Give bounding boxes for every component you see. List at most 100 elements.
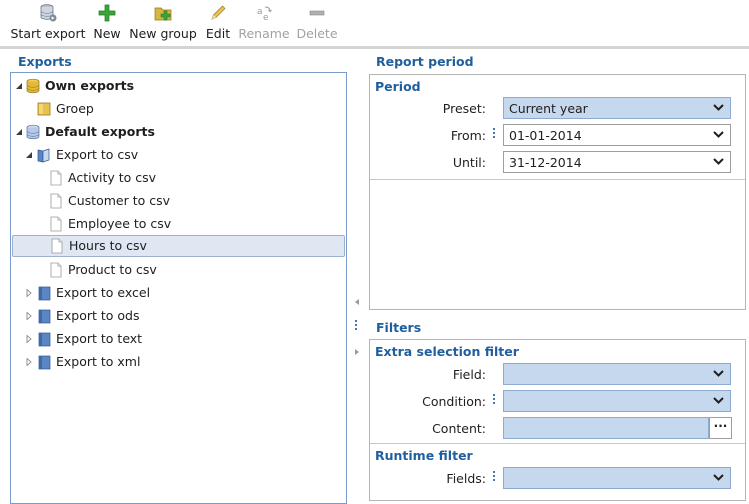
preset-value: Current year <box>509 101 588 116</box>
toolbar: Start export New New group Edit a e Rena… <box>0 0 749 46</box>
tree-item-groep[interactable]: Groep <box>11 98 346 120</box>
content-label: Content: <box>432 421 486 436</box>
tree-item-label: Export to text <box>56 331 143 346</box>
tree-item-label: Export to excel <box>56 285 151 300</box>
splitter-expand-right-icon[interactable] <box>353 348 361 356</box>
period-section-title: Period <box>375 79 421 94</box>
until-date-picker[interactable]: 31-12-2014 <box>503 151 731 173</box>
chevron-down-icon <box>713 397 724 404</box>
tree-item-label: Default exports <box>45 124 155 139</box>
report-period-title: Report period <box>376 54 474 69</box>
preset-label: Preset: <box>442 101 486 116</box>
book-closed-icon <box>36 331 52 347</box>
content-browse-button[interactable]: ··· <box>709 417 732 439</box>
fields-options-grip-icon[interactable] <box>493 471 496 483</box>
fields-label: Fields: <box>446 471 486 486</box>
database-gold-icon <box>25 78 41 94</box>
splitter-grip-icon[interactable] <box>355 320 358 332</box>
tree-item-export-to-excel[interactable]: Export to excel <box>11 282 346 304</box>
from-date-picker[interactable]: 01-01-2014 <box>503 124 731 146</box>
book-closed-icon <box>36 308 52 324</box>
filters-title: Filters <box>376 320 422 335</box>
condition-label: Condition: <box>422 394 486 409</box>
start-export-icon <box>40 4 57 22</box>
content-input[interactable] <box>503 417 709 439</box>
tree-item-label: Employee to csv <box>68 216 172 231</box>
collapse-arrow-icon[interactable] <box>24 144 34 166</box>
collapse-arrow-icon[interactable] <box>14 75 24 97</box>
condition-options-grip-icon[interactable] <box>493 394 496 406</box>
document-icon <box>49 238 65 254</box>
tree-item-customer-to-csv[interactable]: Customer to csv <box>11 190 346 212</box>
edit-label: Edit <box>205 26 231 41</box>
from-options-grip-icon[interactable] <box>493 128 496 140</box>
extra-selection-filter-title: Extra selection filter <box>375 344 519 359</box>
tree-item-label: Own exports <box>45 78 135 93</box>
new-group-label: New group <box>129 26 197 41</box>
field-select[interactable] <box>503 363 731 385</box>
book-closed-icon <box>36 285 52 301</box>
document-icon <box>48 262 64 278</box>
tree-item-label: Product to csv <box>68 262 157 277</box>
tree-item-label: Hours to csv <box>69 238 147 253</box>
condition-select[interactable] <box>503 390 731 412</box>
delete-label: Delete <box>296 26 338 41</box>
rename-label: Rename <box>238 26 290 41</box>
runtime-filter-title: Runtime filter <box>375 448 473 463</box>
pencil-icon <box>211 5 226 20</box>
tree-item-default-exports[interactable]: Default exports <box>11 121 346 143</box>
new-button[interactable]: New <box>90 0 124 44</box>
chevron-down-icon <box>713 370 724 377</box>
start-export-button[interactable]: Start export <box>10 0 86 44</box>
expand-arrow-icon[interactable] <box>24 351 34 373</box>
splitter-collapse-left-icon[interactable] <box>353 298 361 306</box>
tree-item-label: Groep <box>56 101 94 116</box>
book-closed-icon <box>36 354 52 370</box>
preset-select[interactable]: Current year <box>503 97 731 119</box>
tree-item-hours-to-csv[interactable]: Hours to csv <box>12 235 345 257</box>
chevron-down-icon <box>713 131 724 138</box>
tree-item-export-to-text[interactable]: Export to text <box>11 328 346 350</box>
book-open-icon <box>36 147 52 163</box>
delete-button[interactable]: Delete <box>294 0 340 44</box>
document-icon <box>48 193 64 209</box>
tree-item-export-to-csv[interactable]: Export to csv <box>11 144 346 166</box>
field-label: Field: <box>452 367 486 382</box>
expand-arrow-icon[interactable] <box>24 282 34 304</box>
period-divider <box>370 179 745 180</box>
rename-button[interactable]: a e Rename <box>238 0 290 44</box>
exports-tree[interactable]: Own exports Groep Default exports Export… <box>10 72 347 504</box>
chevron-down-icon <box>713 158 724 165</box>
tree-item-own-exports[interactable]: Own exports <box>11 75 346 97</box>
svg-text:e: e <box>263 13 269 23</box>
from-label: From: <box>450 128 486 143</box>
expand-arrow-icon[interactable] <box>24 328 34 350</box>
tree-item-label: Activity to csv <box>68 170 157 185</box>
tree-item-product-to-csv[interactable]: Product to csv <box>11 259 346 281</box>
exports-pane-title: Exports <box>18 54 72 69</box>
tree-item-employee-to-csv[interactable]: Employee to csv <box>11 213 346 235</box>
new-group-icon <box>154 7 172 21</box>
svg-text:a: a <box>257 7 263 17</box>
tree-item-export-to-xml[interactable]: Export to xml <box>11 351 346 373</box>
filters-divider <box>370 443 745 444</box>
document-icon <box>48 216 64 232</box>
runtime-fields-select[interactable] <box>503 467 731 489</box>
tree-item-label: Export to ods <box>56 308 140 323</box>
collapse-arrow-icon[interactable] <box>14 121 24 143</box>
new-group-button[interactable]: New group <box>128 0 198 44</box>
tree-item-activity-to-csv[interactable]: Activity to csv <box>11 167 346 189</box>
chevron-down-icon <box>713 104 724 111</box>
tree-item-label: Export to csv <box>56 147 139 162</box>
edit-button[interactable]: Edit <box>203 0 233 44</box>
document-icon <box>48 170 64 186</box>
database-blue-icon <box>25 124 41 140</box>
chevron-down-icon <box>713 474 724 481</box>
from-date-value: 01-01-2014 <box>509 128 582 143</box>
expand-arrow-icon[interactable] <box>24 305 34 327</box>
new-label: New <box>93 26 121 41</box>
tree-item-export-to-ods[interactable]: Export to ods <box>11 305 346 327</box>
until-label: Until: <box>452 155 486 170</box>
plus-icon <box>98 4 116 22</box>
tree-item-label: Customer to csv <box>68 193 170 208</box>
